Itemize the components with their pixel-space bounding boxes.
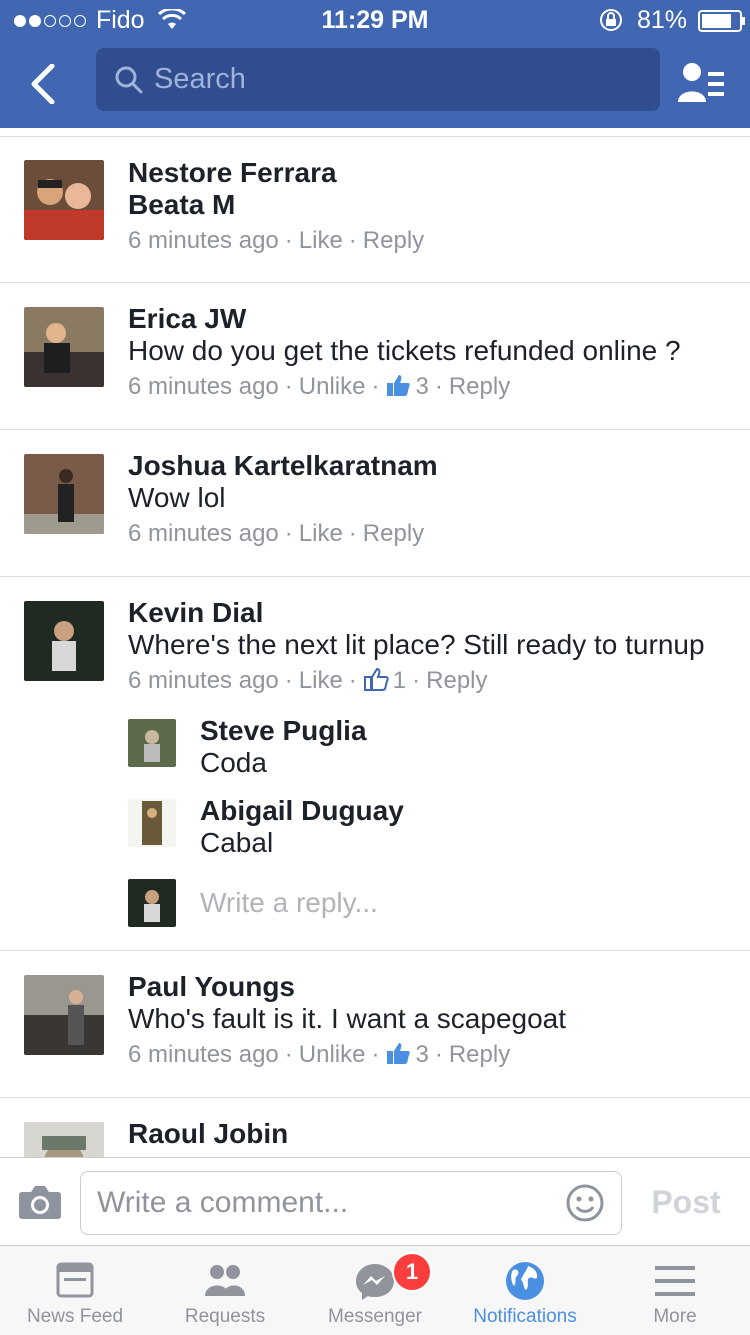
reply-author-name[interactable]: Abigail Duguay	[200, 795, 404, 827]
commenter-name[interactable]: Joshua Kartelkaratnam	[128, 450, 438, 482]
tab-label: Notifications	[473, 1306, 577, 1327]
comment-text[interactable]: Beata M	[128, 189, 235, 221]
globe-icon	[506, 1262, 544, 1300]
like-count[interactable]: 3	[415, 1041, 428, 1068]
rotation-lock-icon	[600, 9, 622, 31]
reply-author-name[interactable]: Steve Puglia	[200, 715, 367, 747]
comment-timestamp: 6 minutes ago	[128, 227, 279, 254]
comment-timestamp: 6 minutes ago	[128, 667, 279, 694]
like-link[interactable]: Like	[299, 667, 343, 694]
write-reply-input[interactable]: Write a reply...	[200, 887, 378, 919]
like-link[interactable]: Like	[299, 520, 343, 547]
comment-row: Nestore Ferrara Beata M 6 minutes ago · Li…	[0, 137, 750, 283]
avatar[interactable]	[24, 975, 104, 1055]
tab-label: Requests	[184, 1306, 266, 1327]
comment-row: Erica JW How do you get the tickets refu…	[0, 283, 750, 430]
reply-avatar[interactable]	[128, 799, 176, 847]
comment-placeholder: Write a comment...	[97, 1186, 349, 1219]
thumbs-up-filled-icon[interactable]	[385, 1040, 411, 1066]
avatar[interactable]	[24, 307, 104, 387]
wifi-icon	[157, 7, 186, 29]
carrier-name: Fido	[95, 6, 145, 34]
comment-timestamp: 6 minutes ago	[128, 373, 279, 400]
avatar[interactable]	[24, 160, 104, 240]
battery-percent: 81%	[636, 6, 687, 34]
current-user-avatar	[128, 879, 176, 927]
thumbs-up-filled-icon[interactable]	[385, 372, 411, 398]
avatar[interactable]	[24, 601, 104, 681]
tab-label: Messenger	[328, 1306, 422, 1327]
tab-requests[interactable]: Requests	[150, 1246, 300, 1335]
comment-timestamp: 6 minutes ago	[128, 520, 279, 547]
battery-status: 81%	[598, 0, 746, 40]
back-arrow-icon[interactable]	[28, 64, 60, 104]
list-top-divider	[0, 128, 750, 137]
comment-text: Wow lol	[128, 482, 226, 513]
comment-meta: 6 minutes ago · Unlike · 3 · Reply	[128, 1040, 511, 1068]
camera-icon[interactable]	[18, 1184, 62, 1220]
thumbs-up-outline-icon[interactable]	[363, 666, 389, 692]
reply-avatar[interactable]	[128, 719, 176, 767]
comment-row: Joshua Kartelkaratnam Wow lol 6 minutes …	[0, 430, 750, 577]
tab-bar: News Feed Requests 1 Messenger Notificat…	[0, 1245, 750, 1335]
comment-composer: Write a comment... Post	[0, 1157, 750, 1246]
comment-timestamp: 6 minutes ago	[128, 1041, 279, 1068]
post-button[interactable]: Post	[640, 1158, 732, 1246]
tab-news-feed[interactable]: News Feed	[0, 1246, 150, 1335]
avatar[interactable]	[24, 454, 104, 534]
battery-icon	[697, 10, 745, 32]
reply-text: Cabal	[200, 827, 274, 858]
comment-row: Kevin Dial Where's the next lit place? S…	[0, 577, 750, 951]
commenter-name[interactable]: Raoul Jobin	[128, 1118, 288, 1150]
reply-link[interactable]: Reply	[426, 667, 487, 694]
comment-meta: 6 minutes ago · Unlike · 3 · Reply	[128, 372, 511, 400]
clock: 11:29 PM	[321, 6, 429, 34]
reply-link[interactable]: Reply	[449, 373, 510, 400]
tab-messenger[interactable]: 1 Messenger	[300, 1246, 450, 1335]
comment-row: Paul Youngs Who's fault is it. I want a …	[0, 951, 750, 1098]
avatar[interactable]	[24, 1122, 104, 1157]
search-bar[interactable]: Search	[96, 48, 660, 111]
reply-link[interactable]: Reply	[363, 520, 424, 547]
unlike-link[interactable]: Unlike	[299, 1041, 366, 1068]
emoji-icon[interactable]	[565, 1183, 605, 1223]
news-feed-icon	[56, 1262, 94, 1298]
tab-notifications[interactable]: Notifications	[450, 1246, 600, 1335]
tab-more[interactable]: More	[600, 1246, 750, 1335]
signal-strength-icon	[14, 6, 96, 34]
search-input[interactable]: Search	[154, 48, 246, 111]
reply-link[interactable]: Reply	[449, 1041, 510, 1068]
search-icon	[115, 66, 143, 94]
comment-meta: 6 minutes ago · Like · 1 · Reply	[128, 666, 488, 694]
reply-link[interactable]: Reply	[363, 227, 424, 254]
comment-input[interactable]: Write a comment...	[80, 1171, 622, 1235]
unlike-link[interactable]: Unlike	[299, 373, 366, 400]
like-count[interactable]: 3	[415, 373, 428, 400]
carrier-signal: Fido	[14, 0, 186, 40]
reply-text: Coda	[200, 747, 267, 778]
commenter-name[interactable]: Kevin Dial	[128, 597, 263, 629]
comment-text: Where's the next lit place? Still ready …	[128, 629, 705, 660]
like-count[interactable]: 1	[393, 667, 406, 694]
tab-label: News Feed	[26, 1306, 124, 1327]
comment-meta: 6 minutes ago · Like · Reply	[128, 520, 425, 547]
friend-requests-icon	[205, 1265, 245, 1296]
commenter-name[interactable]: Nestore Ferrara	[128, 157, 337, 189]
tab-label: More	[653, 1306, 697, 1327]
comment-row: Raoul Jobin	[0, 1098, 750, 1157]
comment-text: How do you get the tickets refunded onli…	[128, 335, 681, 366]
friends-list-icon[interactable]	[676, 60, 728, 106]
commenter-name[interactable]: Erica JW	[128, 303, 246, 335]
comment-text: Who's fault is it. I want a scapegoat	[128, 1003, 567, 1034]
comment-meta: 6 minutes ago · Like · Reply	[128, 227, 425, 254]
top-navigation-bar: Fido 11:29 PM 81% Search	[0, 0, 750, 128]
like-link[interactable]: Like	[299, 227, 343, 254]
messenger-icon	[356, 1264, 394, 1300]
menu-icon	[655, 1266, 695, 1296]
notification-badge: 1	[392, 1252, 432, 1292]
commenter-name[interactable]: Paul Youngs	[128, 971, 295, 1003]
